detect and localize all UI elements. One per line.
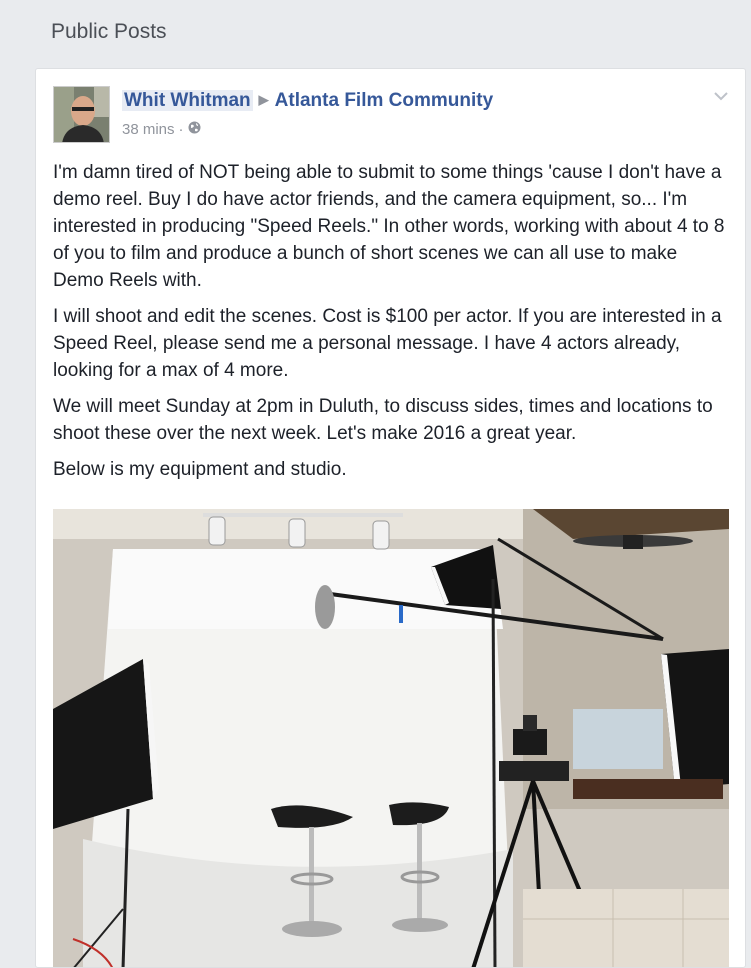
chevron-down-icon[interactable] <box>713 89 729 101</box>
post-meta: 38 mins · <box>122 121 201 138</box>
post-paragraph: Below is my equipment and studio. <box>53 459 347 480</box>
post-header: Whit Whitman ▶ Atlanta Film Community <box>122 90 493 112</box>
post-card: Whit Whitman ▶ Atlanta Film Community 38 m… <box>35 68 746 968</box>
post-paragraph: I'm damn tired of NOT being able to subm… <box>53 162 725 291</box>
post-photo[interactable] <box>53 509 729 967</box>
section-title: Public Posts <box>51 20 167 43</box>
post-paragraph: We will meet Sunday at 2pm in Duluth, to… <box>53 396 713 444</box>
globe-icon[interactable] <box>188 121 201 138</box>
group-link[interactable]: Atlanta Film Community <box>275 90 494 111</box>
post-body: I'm damn tired of NOT being able to subm… <box>53 159 733 492</box>
avatar[interactable] <box>53 86 110 143</box>
author-link[interactable]: Whit Whitman <box>122 90 253 111</box>
post-paragraph: I will shoot and edit the scenes. Cost i… <box>53 306 722 381</box>
post-time[interactable]: 38 mins <box>122 121 175 138</box>
meta-separator: · <box>178 121 184 138</box>
right-triangle-icon: ▶ <box>258 92 269 107</box>
